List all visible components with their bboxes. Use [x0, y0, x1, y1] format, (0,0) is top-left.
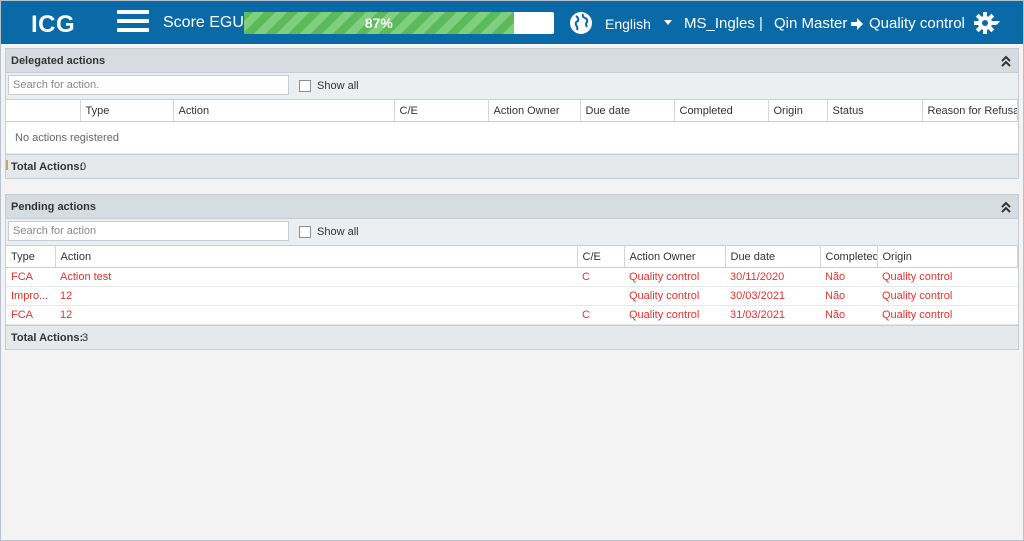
column-header-type[interactable]: Type [6, 245, 56, 268]
cell-action-owner: Quality control [624, 286, 725, 306]
top-bar: ICG Score EGU: 87% English MS_Ingles | Q… [1, 1, 1023, 44]
empty-row: No actions registered [6, 121, 1018, 154]
cell-completed: Não [820, 267, 877, 287]
pending-actions-header[interactable]: Pending actions [6, 195, 1018, 219]
delegated-show-all-checkbox[interactable] [299, 80, 311, 92]
pending-show-all[interactable]: Show all [299, 226, 359, 238]
column-header[interactable] [6, 99, 81, 122]
delegated-header-row: Type Action C/E Action Owner Due date Co… [6, 99, 1018, 122]
pending-show-all-checkbox[interactable] [299, 226, 311, 238]
pending-header-row: Type Action C/E Action Owner Due date Co… [6, 245, 1018, 268]
column-header-status[interactable]: Status [827, 99, 923, 122]
delegated-search-input[interactable] [8, 75, 289, 95]
cell-type: Impro... [6, 286, 55, 306]
column-header-ce[interactable]: C/E [577, 245, 625, 268]
pending-actions-title: Pending actions [11, 201, 96, 213]
cell-action-owner: Quality control [624, 267, 725, 287]
cell-ce: C [577, 305, 624, 325]
table-row[interactable]: FCA 12 C Quality control 31/03/2021 Não … [6, 305, 1018, 325]
pending-search-input[interactable] [8, 221, 289, 241]
app-logo[interactable]: ICG [31, 11, 75, 39]
delegated-total-value: 0 [80, 161, 87, 173]
cell-origin: Quality control [877, 267, 1018, 287]
collapse-up-icon[interactable] [1000, 200, 1012, 214]
cell-action: Action test [55, 267, 577, 287]
cell-due-date: 30/11/2020 [725, 267, 820, 287]
delegated-show-all[interactable]: Show all [299, 80, 359, 92]
table-row[interactable]: Impro... 12 Quality control 30/03/2021 N… [6, 286, 1018, 306]
pending-actions-toolbar: Show all [6, 219, 1018, 245]
resize-handle [6, 160, 8, 170]
hamburger-menu-icon[interactable] [117, 10, 149, 36]
arrow-right-icon [851, 18, 863, 30]
settings-dropdown-icon[interactable] [994, 21, 1000, 25]
score-label: Score EGU: [163, 14, 249, 31]
cell-completed: Não [820, 305, 877, 325]
breadcrumb-page[interactable]: Quality control [869, 15, 965, 32]
cell-due-date: 30/03/2021 [725, 286, 820, 306]
column-header-completed[interactable]: Completed [674, 99, 769, 122]
delegated-actions-header[interactable]: Delegated actions [6, 49, 1018, 73]
breadcrumb-module[interactable]: Qin Master [774, 15, 847, 32]
cell-action: 12 [55, 286, 577, 306]
score-value: 87% [364, 15, 393, 31]
column-header-action[interactable]: Action [173, 99, 395, 122]
cell-origin: Quality control [877, 286, 1018, 306]
column-header-due-date[interactable]: Due date [580, 99, 675, 122]
table-row[interactable]: FCA Action test C Quality control 30/11/… [6, 267, 1018, 287]
cell-action-owner: Quality control [624, 305, 725, 325]
column-header-due-date[interactable]: Due date [725, 245, 821, 268]
delegated-total-label: Total Actions: [11, 161, 84, 173]
score-progress-bar: 87% [244, 12, 554, 34]
pending-actions-table: Type Action C/E Action Owner Due date Co… [6, 245, 1018, 325]
cell-type: FCA [6, 267, 55, 287]
collapse-up-icon[interactable] [1000, 54, 1012, 68]
column-header-origin[interactable]: Origin [768, 99, 828, 122]
header-separator: | [759, 15, 763, 32]
column-header-action[interactable]: Action [55, 245, 578, 268]
cell-type: FCA [6, 305, 55, 325]
language-dropdown-icon[interactable] [664, 20, 672, 25]
cell-action: 12 [55, 305, 577, 325]
column-header-action-owner[interactable]: Action Owner [488, 99, 581, 122]
empty-message: No actions registered [6, 121, 1018, 154]
delegated-actions-table: Type Action C/E Action Owner Due date Co… [6, 99, 1018, 154]
pending-total-value: 3 [82, 332, 89, 344]
pending-show-all-label: Show all [317, 226, 359, 238]
column-header-origin[interactable]: Origin [877, 245, 1018, 268]
column-header-reason-for-refusal[interactable]: Reason for Refusal [922, 99, 1018, 122]
delegated-actions-title: Delegated actions [11, 55, 106, 67]
delegated-actions-footer: Total Actions: 0 [6, 154, 1018, 178]
cell-ce: C [577, 267, 624, 287]
cell-origin: Quality control [877, 305, 1018, 325]
cell-completed: Não [820, 286, 877, 306]
cell-due-date: 31/03/2021 [725, 305, 820, 325]
column-header-ce[interactable]: C/E [394, 99, 489, 122]
pending-actions-panel: Pending actions Show all Type Action C/E… [5, 194, 1019, 350]
delegated-actions-panel: Delegated actions Show all Type Action C… [5, 48, 1019, 179]
column-header-completed[interactable]: Completed [820, 245, 878, 268]
globe-icon[interactable] [569, 11, 593, 35]
column-header-action-owner[interactable]: Action Owner [624, 245, 726, 268]
language-selector[interactable]: English [605, 16, 651, 32]
delegated-show-all-label: Show all [317, 80, 359, 92]
delegated-actions-toolbar: Show all [6, 73, 1018, 99]
user-name[interactable]: MS_Ingles [684, 15, 755, 32]
pending-actions-footer: Total Actions: 3 [6, 325, 1018, 349]
column-header-type[interactable]: Type [80, 99, 174, 122]
pending-total-label: Total Actions: [11, 332, 84, 344]
cell-ce [577, 286, 624, 306]
